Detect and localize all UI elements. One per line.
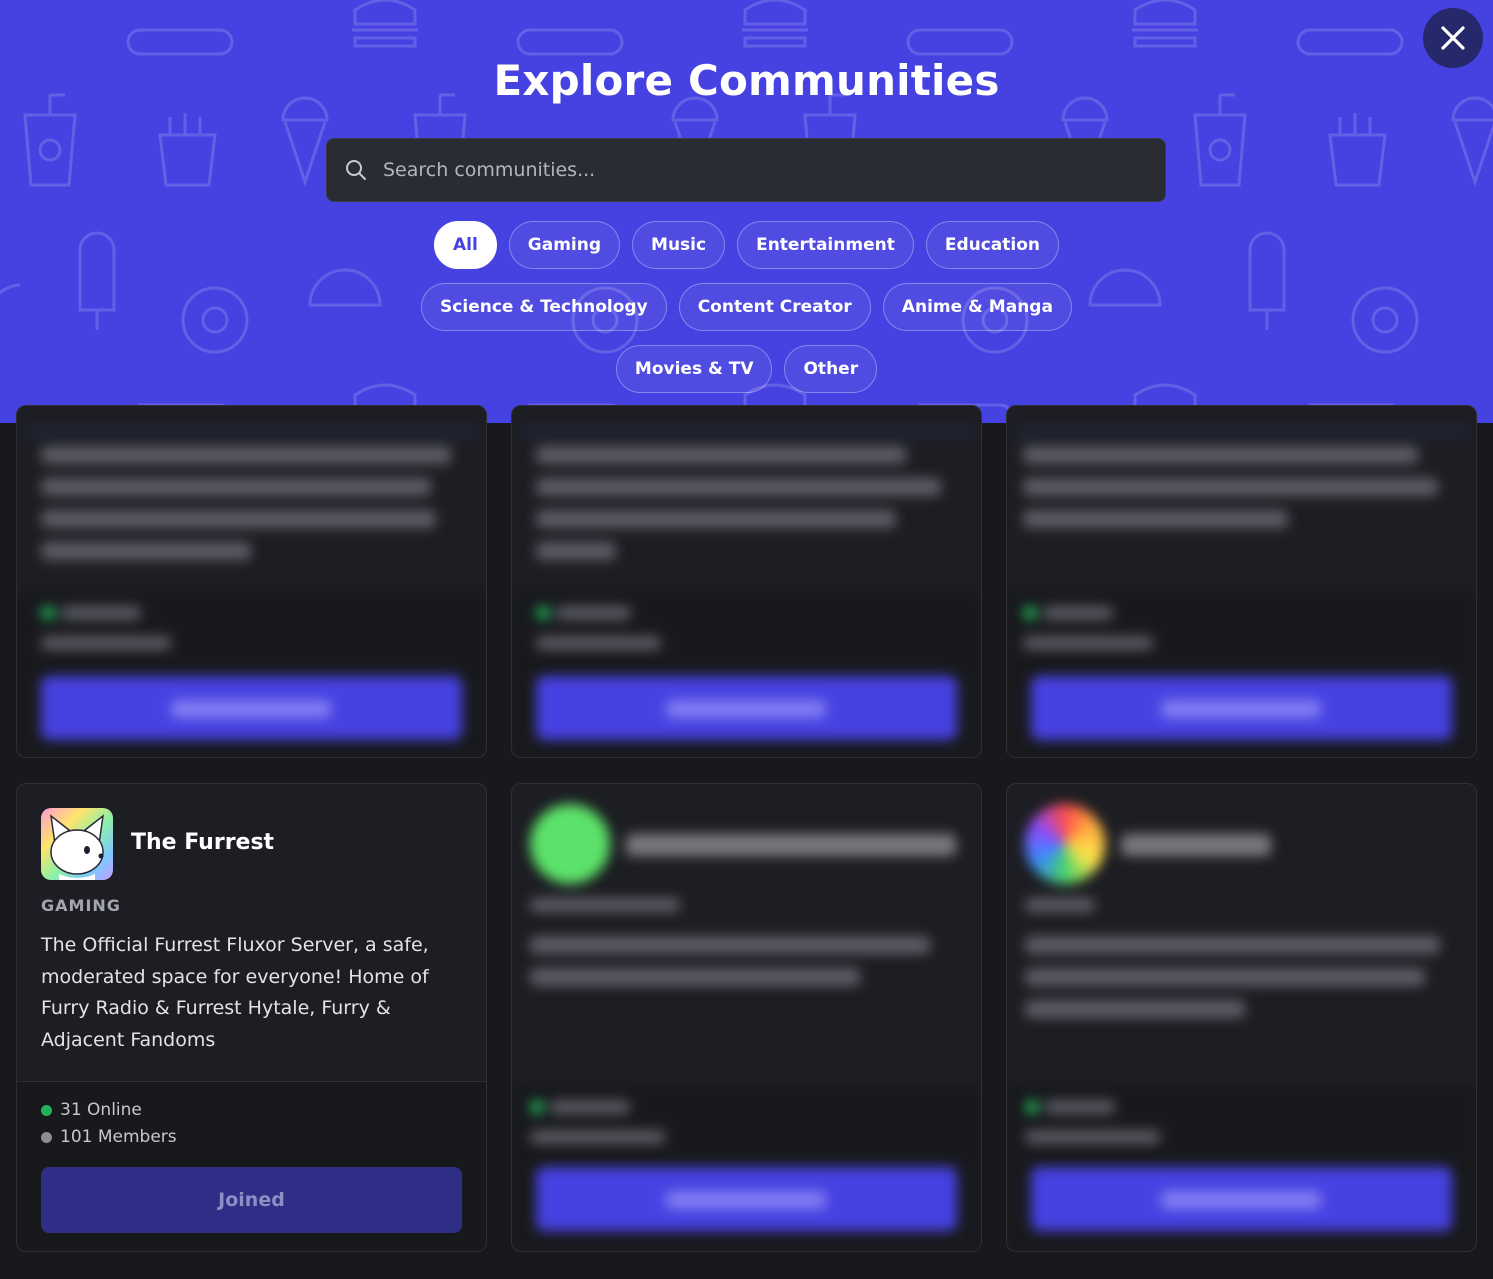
category-chip-all[interactable]: All	[433, 221, 497, 269]
community-avatar	[41, 808, 113, 880]
category-chip-science-technology[interactable]: Science & Technology	[421, 283, 667, 331]
online-dot-icon	[41, 1104, 52, 1116]
joined-button[interactable]: Joined	[41, 1167, 462, 1233]
community-category: GAMING	[41, 896, 121, 915]
blurred-content	[512, 784, 981, 1251]
category-chip-anime-manga[interactable]: Anime & Manga	[882, 283, 1072, 331]
close-button[interactable]	[1423, 8, 1483, 68]
category-filter-list: All Gaming Music Entertainment Education…	[0, 221, 1493, 393]
community-name: The Furrest	[131, 830, 275, 855]
online-count: 31 Online	[41, 1100, 142, 1120]
community-card-blurred[interactable]	[1006, 783, 1477, 1252]
card-divider	[17, 1081, 486, 1082]
blurred-content	[1007, 406, 1476, 757]
close-icon	[1441, 26, 1465, 50]
page-title: Explore Communities	[493, 56, 1000, 105]
search-bar[interactable]	[326, 138, 1166, 202]
community-description: The Official Furrest Fluxor Server, a sa…	[41, 934, 429, 1051]
member-count: 101 Members	[41, 1127, 177, 1147]
community-card-blurred[interactable]	[1006, 405, 1477, 758]
community-card-the-furrest[interactable]: The Furrest GAMING The Official Furrest …	[16, 783, 487, 1252]
search-icon	[345, 158, 369, 182]
community-card-blurred[interactable]	[511, 783, 982, 1252]
member-count-text: 101 Members	[60, 1127, 177, 1147]
category-chip-education[interactable]: Education	[925, 221, 1060, 269]
blurred-content	[1007, 784, 1476, 1251]
members-dot-icon	[41, 1131, 52, 1143]
category-chip-gaming[interactable]: Gaming	[508, 221, 621, 269]
community-card-blurred[interactable]	[511, 405, 982, 758]
category-chip-other[interactable]: Other	[784, 345, 878, 393]
category-chip-entertainment[interactable]: Entertainment	[737, 221, 914, 269]
blurred-content	[17, 406, 486, 757]
online-count-text: 31 Online	[60, 1100, 142, 1120]
community-card-blurred[interactable]	[16, 405, 487, 758]
category-chip-content-creator[interactable]: Content Creator	[678, 283, 871, 331]
explore-header: Explore Communities All Gaming Music Ent…	[0, 0, 1493, 423]
blurred-content	[512, 406, 981, 757]
category-chip-movies-tv[interactable]: Movies & TV	[615, 345, 773, 393]
category-chip-music[interactable]: Music	[632, 221, 726, 269]
search-input[interactable]	[383, 159, 1143, 181]
